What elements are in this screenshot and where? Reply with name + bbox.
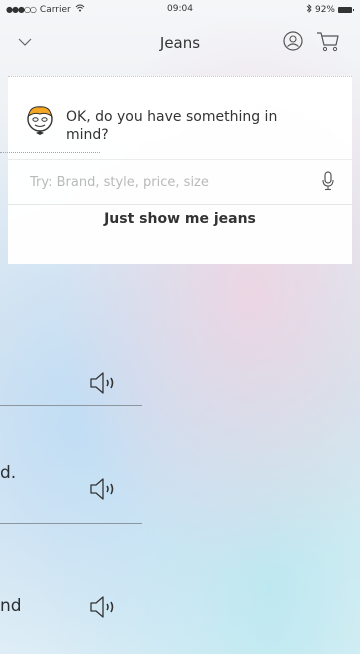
status-bar: ●●●○○ Carrier 09:04 92% <box>0 0 360 18</box>
speaker-icon[interactable] <box>88 370 118 400</box>
message-text: nd <box>0 596 22 616</box>
bot-avatar-icon <box>24 104 56 136</box>
speaker-icon[interactable] <box>88 594 118 624</box>
message-divider <box>0 405 142 406</box>
microphone-icon[interactable] <box>322 171 334 195</box>
cart-icon[interactable] <box>316 30 340 56</box>
just-show-jeans-button[interactable]: Just show me jeans <box>8 211 352 227</box>
bluetooth-icon <box>306 4 312 16</box>
app-header: Jeans <box>0 22 360 62</box>
avatar-icon[interactable] <box>282 30 304 56</box>
battery-percent: 92% <box>314 5 335 15</box>
message-divider <box>0 523 142 524</box>
search-row <box>8 159 352 205</box>
page-title: Jeans <box>159 34 201 52</box>
chat-card: OK, do you have something in mind? Just … <box>8 76 352 264</box>
bot-message: OK, do you have something in mind? <box>66 109 278 143</box>
status-right: 92% <box>306 4 354 16</box>
search-input[interactable] <box>28 173 302 191</box>
speaker-icon[interactable] <box>88 476 118 506</box>
message-text: d. <box>0 463 17 483</box>
dotted-divider <box>0 152 100 153</box>
battery-icon <box>338 7 354 13</box>
bot-message-row: OK, do you have something in mind? <box>24 104 296 144</box>
